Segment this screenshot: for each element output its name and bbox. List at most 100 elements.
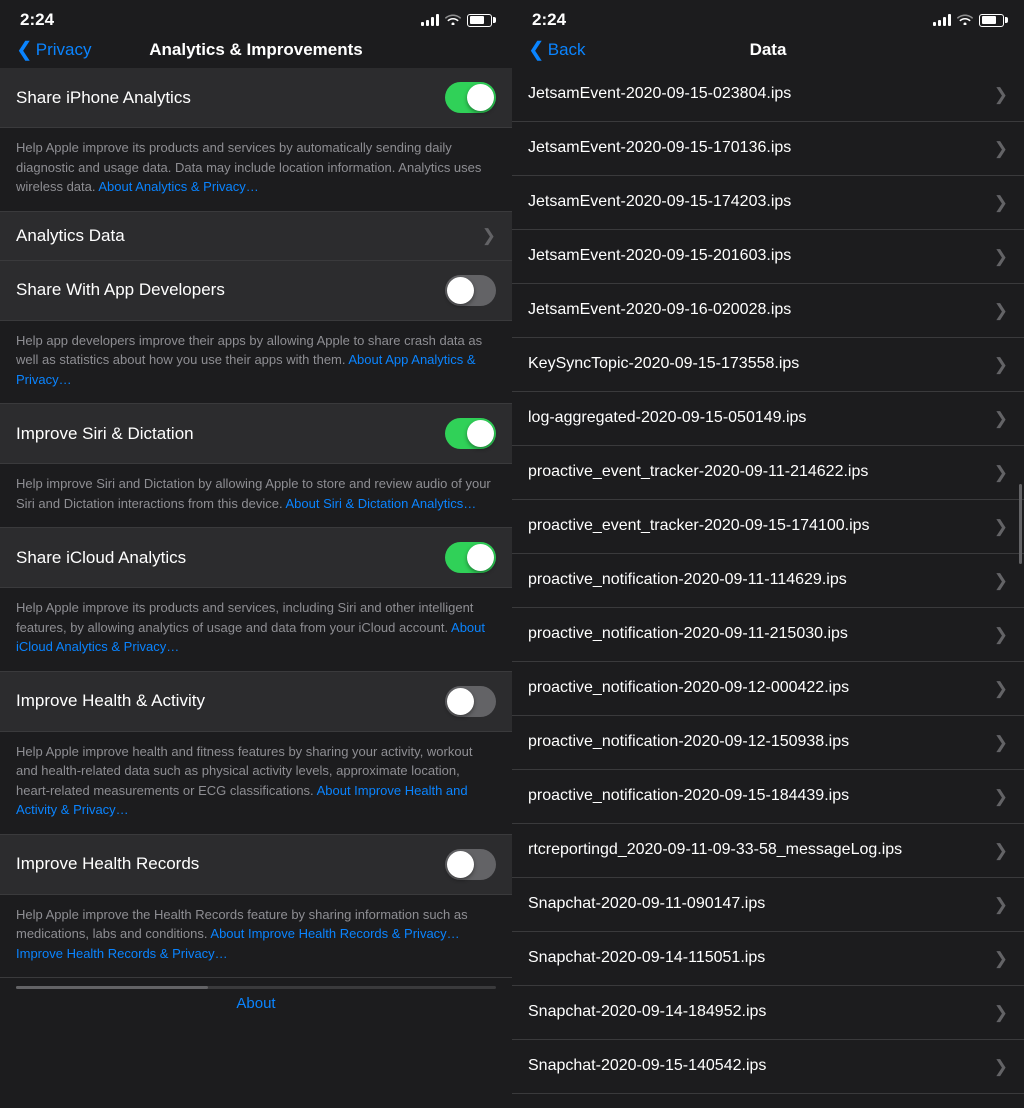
right-nav-bar: ❮ Back Data (512, 36, 1024, 68)
file-row[interactable]: proactive_notification-2020-09-11-215030… (512, 608, 1024, 662)
file-chevron-icon: ❯ (994, 625, 1008, 645)
file-row[interactable]: JetsamEvent-2020-09-16-020028.ips ❯ (512, 284, 1024, 338)
share-icloud-text: Help Apple improve its products and serv… (16, 600, 485, 654)
about-link[interactable]: About (236, 995, 275, 1012)
share-icloud-description: Help Apple improve its products and serv… (0, 588, 512, 672)
left-status-bar: 2:24 (0, 0, 512, 36)
right-status-icons (933, 13, 1004, 28)
improve-health-activity-toggle[interactable] (445, 686, 496, 717)
scroll-indicator (1019, 484, 1022, 564)
app-analytics-link[interactable]: About App Analytics & Privacy… (16, 352, 476, 387)
file-chevron-icon: ❯ (994, 409, 1008, 429)
icloud-analytics-link[interactable]: About iCloud Analytics & Privacy… (16, 620, 485, 655)
improve-health-records-toggle[interactable] (445, 849, 496, 880)
share-icloud-toggle[interactable] (445, 542, 496, 573)
file-name: Snapchat-2020-09-14-115051.ips (528, 948, 986, 969)
share-app-dev-toggle[interactable] (445, 275, 496, 306)
improve-health-records-label: Improve Health Records (16, 854, 199, 874)
file-row[interactable]: Snapchat-2020-09-14-184952.ips ❯ (512, 986, 1024, 1040)
improve-siri-toggle[interactable] (445, 418, 496, 449)
file-row[interactable]: JetsamEvent-2020-09-15-170136.ips ❯ (512, 122, 1024, 176)
file-name: rtcreportingd_2020-09-11-09-33-58_messag… (528, 840, 986, 861)
siri-analytics-link[interactable]: About Siri & Dictation Analytics… (286, 496, 477, 511)
share-iphone-analytics-row[interactable]: Share iPhone Analytics (0, 68, 512, 128)
share-icloud-label: Share iCloud Analytics (16, 548, 186, 568)
file-name: log-aggregated-2020-09-15-050149.ips (528, 408, 986, 429)
file-name: proactive_event_tracker-2020-09-11-21462… (528, 462, 986, 483)
wifi-icon (445, 13, 461, 28)
file-row[interactable]: proactive_event_tracker-2020-09-15-17410… (512, 500, 1024, 554)
file-chevron-icon: ❯ (994, 301, 1008, 321)
improve-health-records-text: Help Apple improve the Health Records fe… (16, 907, 468, 961)
file-row[interactable]: JetsamEvent-2020-09-15-023804.ips ❯ (512, 68, 1024, 122)
file-row[interactable]: proactive_notification-2020-09-15-184439… (512, 770, 1024, 824)
left-time: 2:24 (20, 10, 54, 30)
file-chevron-icon: ❯ (994, 247, 1008, 267)
left-nav-bar: ❮ Privacy Analytics & Improvements (0, 36, 512, 68)
file-row[interactable]: JetsamEvent-2020-09-15-174203.ips ❯ (512, 176, 1024, 230)
file-name: JetsamEvent-2020-09-15-170136.ips (528, 138, 986, 159)
right-back-button[interactable]: ❮ Back (528, 40, 586, 60)
file-name: proactive_notification-2020-09-11-215030… (528, 624, 986, 645)
left-status-icons (421, 13, 492, 28)
right-panel: 2:24 ❮ Back Data JetsamEvent-2020-09-15-… (512, 0, 1024, 1108)
improve-siri-row[interactable]: Improve Siri & Dictation (0, 404, 512, 464)
share-app-dev-row[interactable]: Share With App Developers (0, 261, 512, 321)
file-name: Snapchat-2020-09-15-140542.ips (528, 1056, 986, 1077)
share-icloud-row[interactable]: Share iCloud Analytics (0, 528, 512, 588)
file-row[interactable]: Snapchat-2020-09-14-115051.ips ❯ (512, 932, 1024, 986)
improve-health-records-description: Help Apple improve the Health Records fe… (0, 895, 512, 979)
health-activity-link[interactable]: About Improve Health and Activity & Priv… (16, 783, 468, 818)
file-chevron-icon: ❯ (994, 949, 1008, 969)
health-records-link2[interactable]: Improve Health Records & Privacy… (16, 946, 228, 961)
left-back-button[interactable]: ❮ Privacy (16, 40, 92, 60)
file-chevron-icon: ❯ (994, 139, 1008, 159)
share-app-dev-label: Share With App Developers (16, 280, 225, 300)
file-row[interactable]: Snapchat-2020-09-15-140542.ips ❯ (512, 1040, 1024, 1094)
analytics-privacy-link[interactable]: About Analytics & Privacy… (98, 179, 258, 194)
file-chevron-icon: ❯ (994, 355, 1008, 375)
file-chevron-icon: ❯ (994, 895, 1008, 915)
file-name: JetsamEvent-2020-09-16-020028.ips (528, 300, 986, 321)
left-content: Share iPhone Analytics Help Apple improv… (0, 68, 512, 1108)
file-name: proactive_notification-2020-09-12-000422… (528, 678, 986, 699)
file-chevron-icon: ❯ (994, 1003, 1008, 1023)
file-chevron-icon: ❯ (994, 787, 1008, 807)
left-back-label: Privacy (36, 40, 92, 60)
file-row[interactable]: proactive_notification-2020-09-12-000422… (512, 662, 1024, 716)
improve-health-records-row[interactable]: Improve Health Records (0, 835, 512, 895)
file-chevron-icon: ❯ (994, 571, 1008, 591)
analytics-data-label: Analytics Data (16, 226, 125, 246)
improve-siri-label: Improve Siri & Dictation (16, 424, 194, 444)
improve-health-activity-description: Help Apple improve health and fitness fe… (0, 732, 512, 835)
file-row[interactable]: proactive_notification-2020-09-11-114629… (512, 554, 1024, 608)
file-name: proactive_event_tracker-2020-09-15-17410… (528, 516, 986, 537)
share-iphone-analytics-toggle[interactable] (445, 82, 496, 113)
share-app-dev-description: Help app developers improve their apps b… (0, 321, 512, 405)
file-row[interactable]: Snapchat-2020-09-11-090147.ips ❯ (512, 878, 1024, 932)
progress-area: About (0, 978, 512, 1017)
file-row[interactable]: KeySyncTopic-2020-09-15-173558.ips ❯ (512, 338, 1024, 392)
analytics-data-row[interactable]: Analytics Data ❯ (0, 212, 512, 261)
file-row[interactable]: log-aggregated-2020-09-15-050149.ips ❯ (512, 392, 1024, 446)
file-chevron-icon: ❯ (994, 1057, 1008, 1077)
file-list: JetsamEvent-2020-09-15-023804.ips ❯ Jets… (512, 68, 1024, 1094)
chevron-left-icon: ❮ (16, 40, 33, 60)
file-name: Snapchat-2020-09-14-184952.ips (528, 1002, 986, 1023)
analytics-data-chevron: ❯ (482, 226, 496, 246)
file-row[interactable]: rtcreportingd_2020-09-11-09-33-58_messag… (512, 824, 1024, 878)
file-row[interactable]: proactive_event_tracker-2020-09-11-21462… (512, 446, 1024, 500)
right-status-bar: 2:24 (512, 0, 1024, 36)
right-chevron-left-icon: ❮ (528, 40, 545, 60)
file-chevron-icon: ❯ (994, 841, 1008, 861)
file-name: JetsamEvent-2020-09-15-201603.ips (528, 246, 986, 267)
left-nav-title: Analytics & Improvements (149, 40, 363, 60)
file-chevron-icon: ❯ (994, 85, 1008, 105)
improve-health-activity-row[interactable]: Improve Health & Activity (0, 672, 512, 732)
file-row[interactable]: JetsamEvent-2020-09-15-201603.ips ❯ (512, 230, 1024, 284)
file-chevron-icon: ❯ (994, 463, 1008, 483)
file-chevron-icon: ❯ (994, 517, 1008, 537)
file-name: Snapchat-2020-09-11-090147.ips (528, 894, 986, 915)
file-row[interactable]: proactive_notification-2020-09-12-150938… (512, 716, 1024, 770)
health-records-link[interactable]: About Improve Health Records & Privacy… (210, 926, 459, 941)
